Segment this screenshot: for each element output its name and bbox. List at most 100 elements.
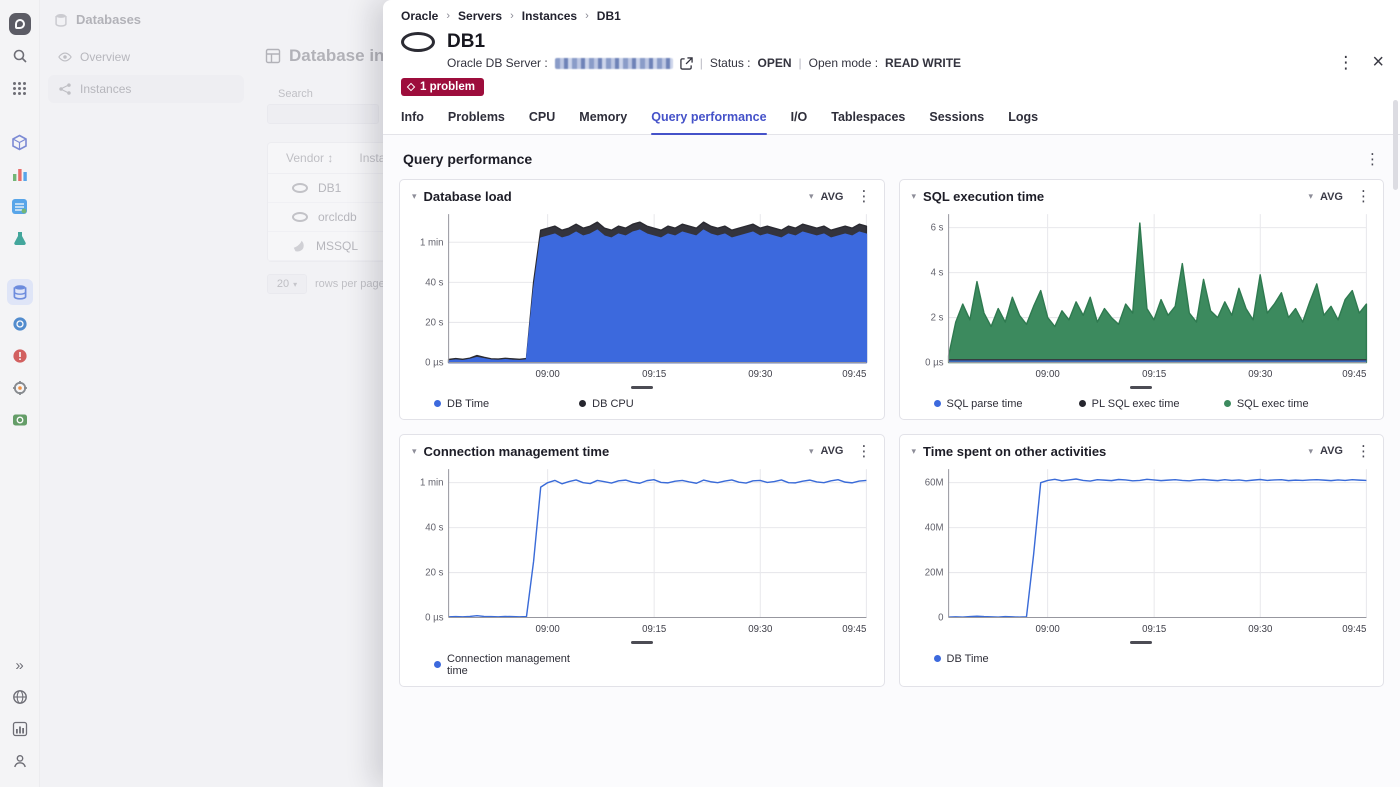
chart-canvas[interactable]: 0 µs20 s40 s1 min09:0009:1509:3009:45 bbox=[412, 461, 872, 640]
chart-kebab-icon[interactable]: ⋮ bbox=[857, 189, 872, 204]
page-size-select[interactable]: 20▾ bbox=[267, 274, 307, 294]
expand-rail-icon[interactable]: » bbox=[7, 652, 33, 678]
app-logo-icon[interactable] bbox=[7, 11, 33, 37]
databases-small-icon bbox=[54, 13, 68, 27]
legend-dot-icon bbox=[434, 661, 441, 668]
status-label: Status : bbox=[710, 56, 751, 70]
chart-canvas[interactable]: 0 µs20 s40 s1 min09:0009:1509:3009:45 bbox=[412, 206, 872, 385]
separator: | bbox=[700, 56, 703, 70]
collapse-icon[interactable]: ▾ bbox=[412, 191, 417, 202]
tab-info[interactable]: Info bbox=[401, 110, 424, 134]
svg-text:6 s: 6 s bbox=[930, 223, 943, 234]
open-mode-label: Open mode : bbox=[809, 56, 878, 70]
legend-label: DB Time bbox=[947, 653, 989, 665]
panel-kebab-icon[interactable]: ⋮ bbox=[1337, 54, 1354, 71]
app-grid-icon[interactable] bbox=[7, 193, 33, 219]
agg-selector[interactable]: AVG bbox=[1320, 191, 1343, 203]
profile-icon[interactable] bbox=[7, 748, 33, 774]
breadcrumb-servers[interactable]: Servers bbox=[458, 9, 502, 23]
legend-item[interactable]: DB Time bbox=[934, 653, 1079, 665]
tab-io[interactable]: I/O bbox=[791, 110, 808, 134]
search-input[interactable] bbox=[267, 104, 379, 124]
agg-selector[interactable]: AVG bbox=[1320, 445, 1343, 457]
legend-label: DB Time bbox=[447, 398, 489, 410]
chevron-down-icon: ▾ bbox=[293, 280, 297, 289]
sidebar-item-label: Instances bbox=[80, 82, 131, 96]
instance-name: MSSQL bbox=[316, 239, 358, 253]
open-external-icon[interactable] bbox=[680, 57, 693, 70]
app-cube-icon[interactable] bbox=[7, 129, 33, 155]
page-size-label: rows per page bbox=[315, 278, 385, 290]
chart-card-connection-management-time: ▾ Connection management time ▾ AVG ⋮ 0 µ… bbox=[399, 434, 885, 687]
panel-scrollbar[interactable] bbox=[1393, 100, 1398, 190]
app-metrics-icon[interactable] bbox=[7, 161, 33, 187]
collapse-icon[interactable]: ▾ bbox=[412, 446, 417, 457]
tab-memory[interactable]: Memory bbox=[579, 110, 627, 134]
apps-grid-icon[interactable] bbox=[7, 75, 33, 101]
sidebar-item-instances[interactable]: Instances bbox=[48, 75, 244, 103]
svg-text:0 µs: 0 µs bbox=[425, 358, 444, 369]
chart-kebab-icon[interactable]: ⋮ bbox=[1356, 189, 1371, 204]
legend-dot-icon bbox=[434, 400, 441, 407]
svg-text:2 s: 2 s bbox=[930, 313, 943, 324]
svg-text:1 min: 1 min bbox=[420, 478, 444, 489]
svg-text:09:00: 09:00 bbox=[1035, 624, 1059, 635]
svg-text:0 µs: 0 µs bbox=[425, 612, 444, 623]
legend-item[interactable]: DB Time bbox=[434, 398, 579, 410]
tab-cpu[interactable]: CPU bbox=[529, 110, 555, 134]
app-globe-icon[interactable] bbox=[7, 311, 33, 337]
svg-text:09:30: 09:30 bbox=[1248, 624, 1272, 635]
legend-item[interactable]: SQL exec time bbox=[1224, 398, 1369, 410]
chart-canvas[interactable]: 0 µs2 s4 s6 s09:0009:1509:3009:45 bbox=[912, 206, 1372, 385]
app-lab-icon[interactable] bbox=[7, 225, 33, 251]
chevron-right-icon: › bbox=[510, 10, 514, 22]
chart-legend: Connection management time bbox=[412, 646, 872, 679]
svg-text:09:15: 09:15 bbox=[1142, 624, 1166, 635]
chart-kebab-icon[interactable]: ⋮ bbox=[1356, 444, 1371, 459]
oracle-vendor-icon bbox=[292, 212, 308, 222]
svg-text:09:45: 09:45 bbox=[842, 369, 866, 380]
oracle-vendor-icon bbox=[292, 183, 308, 193]
svg-text:09:00: 09:00 bbox=[536, 624, 560, 635]
icon-rail: » bbox=[0, 0, 40, 787]
section-kebab-icon[interactable]: ⋮ bbox=[1365, 152, 1380, 167]
legend-item[interactable]: PL SQL exec time bbox=[1079, 398, 1224, 410]
tab-query-performance[interactable]: Query performance bbox=[651, 110, 766, 134]
table-icon bbox=[265, 48, 281, 64]
redacted-server-name bbox=[555, 58, 673, 69]
svg-text:09:30: 09:30 bbox=[1248, 369, 1272, 380]
activity-icon[interactable] bbox=[7, 716, 33, 742]
breadcrumb-instances[interactable]: Instances bbox=[522, 9, 577, 23]
chart-title: Connection management time bbox=[424, 444, 610, 459]
databases-icon[interactable] bbox=[7, 279, 33, 305]
legend-item[interactable]: SQL parse time bbox=[934, 398, 1079, 410]
chart-canvas[interactable]: 020M40M60M09:0009:1509:3009:45 bbox=[912, 461, 1372, 640]
tab-tablespaces[interactable]: Tablespaces bbox=[831, 110, 905, 134]
search-icon[interactable] bbox=[7, 43, 33, 69]
app-camera-icon[interactable] bbox=[7, 407, 33, 433]
breadcrumb-oracle[interactable]: Oracle bbox=[401, 9, 438, 23]
help-globe-icon[interactable] bbox=[7, 684, 33, 710]
close-icon[interactable]: × bbox=[1372, 51, 1384, 74]
collapse-icon[interactable]: ▾ bbox=[912, 191, 917, 202]
app-alert-icon[interactable] bbox=[7, 343, 33, 369]
breadcrumb-db1[interactable]: DB1 bbox=[597, 9, 621, 23]
agg-selector[interactable]: AVG bbox=[820, 191, 843, 203]
column-header-vendor[interactable]: Vendor ↕ bbox=[286, 151, 333, 165]
tab-logs[interactable]: Logs bbox=[1008, 110, 1038, 134]
collapse-icon[interactable]: ▾ bbox=[912, 446, 917, 457]
agg-chevron-icon: ▾ bbox=[809, 191, 814, 202]
breadcrumb: Oracle › Servers › Instances › DB1 bbox=[383, 0, 1400, 25]
tab-problems[interactable]: Problems bbox=[448, 110, 505, 134]
app-settings-icon[interactable] bbox=[7, 375, 33, 401]
tab-sessions[interactable]: Sessions bbox=[929, 110, 984, 134]
svg-text:09:00: 09:00 bbox=[1035, 369, 1059, 380]
chart-kebab-icon[interactable]: ⋮ bbox=[857, 444, 872, 459]
agg-selector[interactable]: AVG bbox=[820, 445, 843, 457]
sidebar-item-overview[interactable]: Overview bbox=[48, 43, 244, 71]
panel-body: Query performance ⋮ ▾ Database load ▾ AV… bbox=[383, 135, 1400, 787]
legend-item[interactable]: Connection management time bbox=[434, 653, 579, 677]
problem-badge[interactable]: 1 problem bbox=[401, 78, 484, 96]
legend-item[interactable]: DB CPU bbox=[579, 398, 724, 410]
svg-text:60M: 60M bbox=[924, 478, 943, 489]
